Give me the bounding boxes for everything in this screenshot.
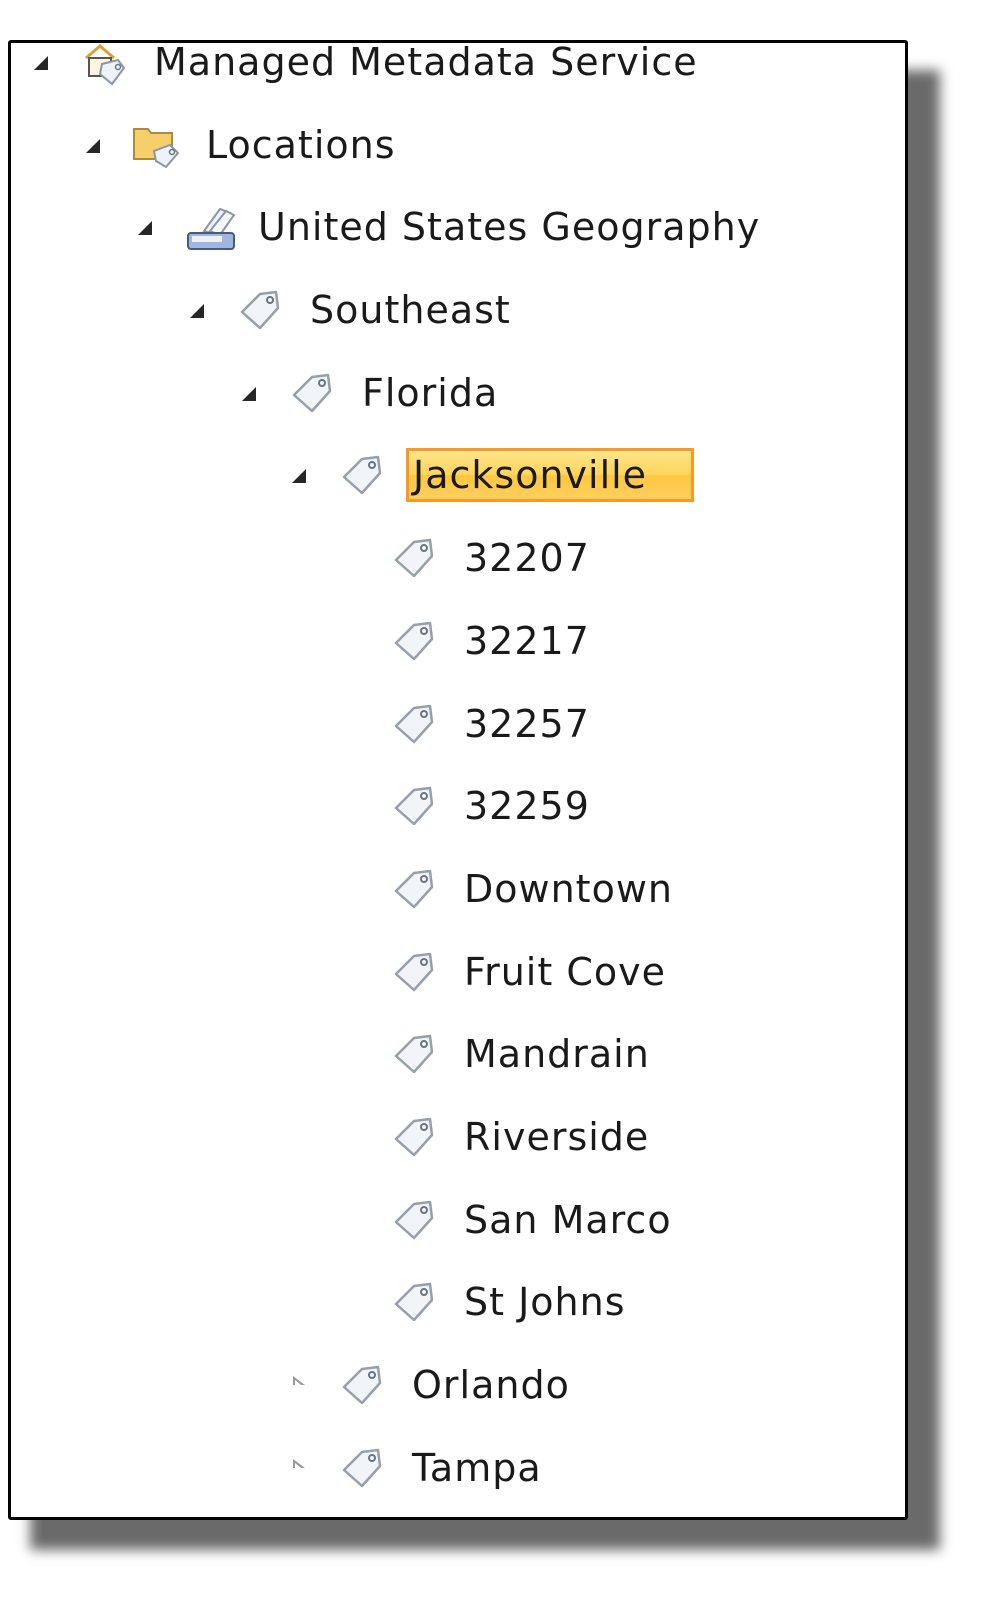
tree-node-fruit-cove[interactable]: Fruit Cove bbox=[342, 942, 672, 1002]
tree-node-label: Southeast bbox=[310, 288, 511, 332]
tree-node-riverside[interactable]: Riverside bbox=[342, 1107, 655, 1167]
tree-node-label: St Johns bbox=[464, 1280, 626, 1325]
tree-node-label: 32259 bbox=[464, 784, 590, 829]
tree-node-southeast[interactable]: Southeast bbox=[188, 280, 517, 340]
tree-node-label: 32257 bbox=[464, 701, 590, 746]
tree-node-locations[interactable]: Locations bbox=[84, 115, 402, 175]
tag-icon bbox=[390, 617, 438, 665]
selected-tree-node-label: Jacksonville bbox=[406, 448, 695, 503]
tag-icon bbox=[338, 1444, 386, 1492]
tree-node-label: Downtown bbox=[464, 866, 673, 911]
tree-node-label: Mandrain bbox=[464, 1032, 650, 1077]
tree-node-tampa[interactable]: Tampa bbox=[290, 1438, 548, 1498]
tag-icon bbox=[236, 286, 284, 334]
tag-icon bbox=[288, 369, 336, 417]
tag-icon bbox=[338, 451, 386, 499]
tree-node-st-johns[interactable]: St Johns bbox=[342, 1272, 632, 1332]
tag-icon bbox=[390, 534, 438, 582]
tag-icon bbox=[390, 1196, 438, 1244]
tag-icon bbox=[390, 782, 438, 830]
expand-collapse-toggle[interactable] bbox=[290, 1458, 308, 1477]
tree-node-united-states-geography[interactable]: United States Geography bbox=[136, 197, 766, 257]
tree-node-label: San Marco bbox=[464, 1197, 672, 1242]
tag-icon bbox=[390, 1113, 438, 1161]
tree-node-label: Riverside bbox=[464, 1115, 650, 1159]
tree-node-32207[interactable]: 32207 bbox=[342, 528, 596, 588]
tag-icon bbox=[390, 948, 438, 996]
tree-node-label: Florida bbox=[362, 370, 499, 415]
tree-node-label: Tampa bbox=[412, 1445, 542, 1490]
managed-metadata-service-icon bbox=[80, 38, 128, 86]
tree-node-label: 32207 bbox=[464, 536, 590, 581]
expand-collapse-toggle[interactable] bbox=[136, 218, 154, 236]
tree-node-label: Locations bbox=[206, 123, 396, 167]
tree-node-32259[interactable]: 32259 bbox=[342, 776, 596, 836]
tree-node-label: Orlando bbox=[412, 1363, 570, 1408]
tree-node-label: Fruit Cove bbox=[464, 949, 666, 994]
tag-icon bbox=[390, 1030, 438, 1078]
expand-collapse-toggle[interactable] bbox=[188, 301, 206, 319]
tree-node-mandrain[interactable]: Mandrain bbox=[342, 1024, 656, 1084]
tree-node-san-marco[interactable]: San Marco bbox=[342, 1190, 678, 1250]
tree-node-managed-metadata-service[interactable]: Managed Metadata Service bbox=[32, 32, 704, 92]
expand-collapse-toggle[interactable] bbox=[240, 384, 258, 402]
tree-node-32217[interactable]: 32217 bbox=[342, 611, 596, 671]
term-set-icon bbox=[184, 203, 236, 251]
tag-icon bbox=[390, 865, 438, 913]
tag-icon bbox=[390, 700, 438, 748]
tree-node-orlando[interactable]: Orlando bbox=[290, 1355, 576, 1415]
expand-collapse-toggle[interactable] bbox=[290, 1376, 308, 1394]
expand-collapse-toggle[interactable] bbox=[290, 466, 308, 484]
tree-node-downtown[interactable]: Downtown bbox=[342, 859, 679, 919]
tree-node-32257[interactable]: 32257 bbox=[342, 694, 596, 754]
tree-node-label: United States Geography bbox=[258, 205, 761, 249]
tree-node-label: 32217 bbox=[464, 618, 590, 663]
term-group-folder-icon bbox=[132, 121, 180, 169]
tree-node-florida[interactable]: Florida bbox=[240, 363, 504, 423]
tree-node-jacksonville[interactable]: Jacksonville bbox=[290, 445, 695, 505]
tree-node-label: Managed Metadata Service bbox=[154, 40, 698, 84]
tag-icon bbox=[390, 1278, 438, 1326]
tag-icon bbox=[338, 1361, 386, 1409]
expand-collapse-toggle[interactable] bbox=[84, 136, 102, 154]
expand-collapse-toggle[interactable] bbox=[32, 53, 50, 71]
